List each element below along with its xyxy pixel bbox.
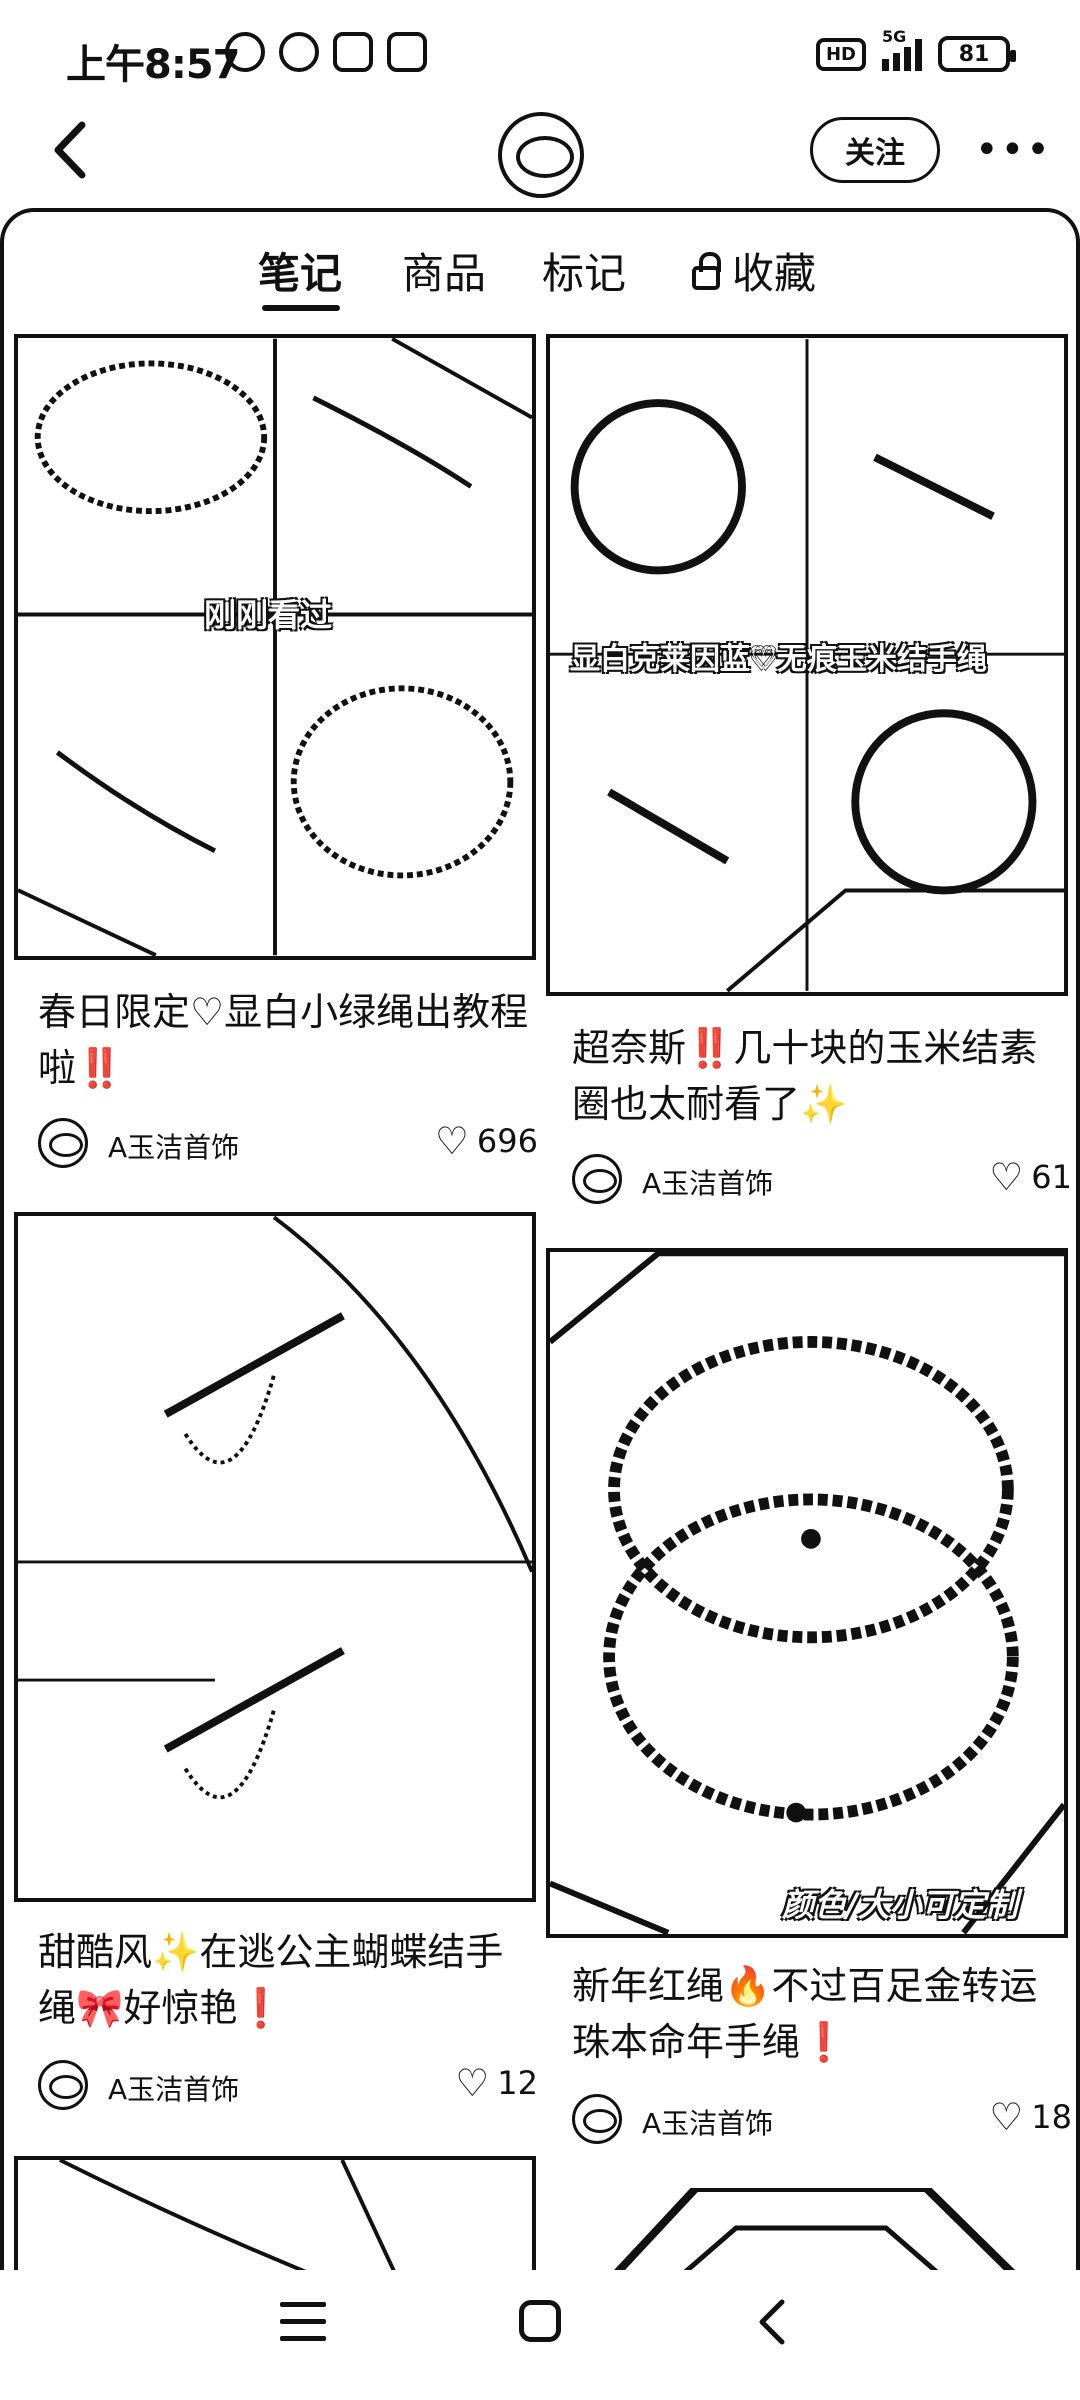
more-options-button[interactable]: •••	[975, 130, 1050, 170]
follow-button[interactable]: 关注	[810, 117, 940, 183]
like-button[interactable]: ♡ 696	[435, 1122, 538, 1160]
note-title[interactable]: 春日限定♡显白小绿绳出教程啦‼️	[38, 984, 538, 1096]
like-count: 61	[1031, 1158, 1072, 1196]
note-footer: A玉洁首饰 ♡ 61	[572, 1154, 1072, 1214]
image-overlay-text: 显白克莱因蓝♡无痕玉米结手绳	[570, 642, 987, 677]
note-card-image[interactable]	[14, 1212, 536, 1902]
home-square-icon[interactable]	[519, 2300, 561, 2342]
note-footer: A玉洁首饰 ♡ 18	[572, 2094, 1072, 2154]
image-overlay-text: 颜色/大小可定制	[782, 1886, 1018, 1924]
tab-favorites[interactable]: 收藏	[692, 240, 816, 301]
hd-badge: HD	[815, 37, 866, 71]
note-title[interactable]: 新年红绳🔥不过百足金转运珠本命年手绳❗	[572, 1958, 1072, 2070]
status-notification-icons	[225, 32, 427, 72]
status-time: 上午8:57	[66, 42, 240, 88]
image-overlay-text: 刚刚看过	[204, 596, 333, 634]
heart-outline-icon: ♡	[434, 1119, 469, 1163]
note-footer: A玉洁首饰 ♡ 12	[38, 2060, 538, 2120]
status-right-icons: HD 5G 81	[815, 27, 1016, 72]
note-title[interactable]: 甜酷风✨在逃公主蝴蝶结手绳🎀好惊艳❗	[38, 1924, 538, 2036]
note-title[interactable]: 超奈斯‼️几十块的玉米结素圈也太耐看了✨	[572, 1020, 1072, 1132]
lock-icon	[692, 252, 721, 290]
mute-icon	[225, 32, 265, 72]
network-label: 5G	[882, 27, 907, 46]
heart-outline-icon: ♡	[989, 2095, 1024, 2139]
battery-level: 81	[958, 41, 990, 67]
tab-products[interactable]: 商品	[402, 240, 486, 301]
like-count: 18	[1031, 2098, 1072, 2136]
battery-icon: 81	[938, 36, 1016, 72]
note-card-image[interactable]: 刚刚看过	[14, 334, 536, 960]
like-count: 696	[476, 1122, 538, 1160]
profile-tabs: 笔记 商品 标记 收藏	[0, 240, 1080, 320]
like-button[interactable]: ♡ 12	[455, 2064, 538, 2102]
author-name[interactable]: A玉洁首饰	[108, 2068, 239, 2108]
menu-icon[interactable]	[280, 2302, 326, 2342]
status-bar: 上午8:57 HD 5G 81	[0, 0, 1080, 110]
note-footer: A玉洁首饰 ♡ 696	[38, 1118, 538, 1178]
note-card-image[interactable]: 颜色/大小可定制	[546, 1248, 1068, 1938]
back-icon[interactable]	[752, 2296, 792, 2348]
tab-notes[interactable]: 笔记	[258, 240, 342, 301]
message-icon	[333, 32, 373, 72]
profile-avatar[interactable]	[498, 112, 584, 198]
author-avatar[interactable]	[38, 1118, 88, 1168]
author-name[interactable]: A玉洁首饰	[642, 2102, 773, 2142]
bracelet-photo	[18, 1216, 532, 1800]
author-avatar[interactable]	[38, 2060, 88, 2110]
tab-marks[interactable]: 标记	[542, 240, 626, 301]
heart-outline-icon: ♡	[989, 1155, 1024, 1199]
heart-outline-icon: ♡	[455, 2061, 490, 2105]
app-notification-icon	[387, 32, 427, 72]
chevron-left-icon	[54, 121, 86, 179]
like-button[interactable]: ♡ 18	[989, 2098, 1072, 2136]
signal-icon: 5G	[882, 27, 922, 71]
like-count: 12	[497, 2064, 538, 2102]
author-name[interactable]: A玉洁首饰	[642, 1162, 773, 1202]
bracelet-photo	[550, 1252, 1064, 1934]
bracelet-photo	[18, 338, 532, 956]
alarm-icon	[279, 32, 319, 72]
tab-favorites-label: 收藏	[732, 249, 817, 298]
author-avatar[interactable]	[572, 1154, 622, 1204]
back-button[interactable]	[40, 115, 100, 185]
note-card-image[interactable]: 显白克莱因蓝♡无痕玉米结手绳	[546, 334, 1068, 996]
author-name[interactable]: A玉洁首饰	[108, 1126, 239, 1166]
like-button[interactable]: ♡ 61	[989, 1158, 1072, 1196]
active-tab-indicator	[262, 305, 340, 311]
author-avatar[interactable]	[572, 2094, 622, 2144]
